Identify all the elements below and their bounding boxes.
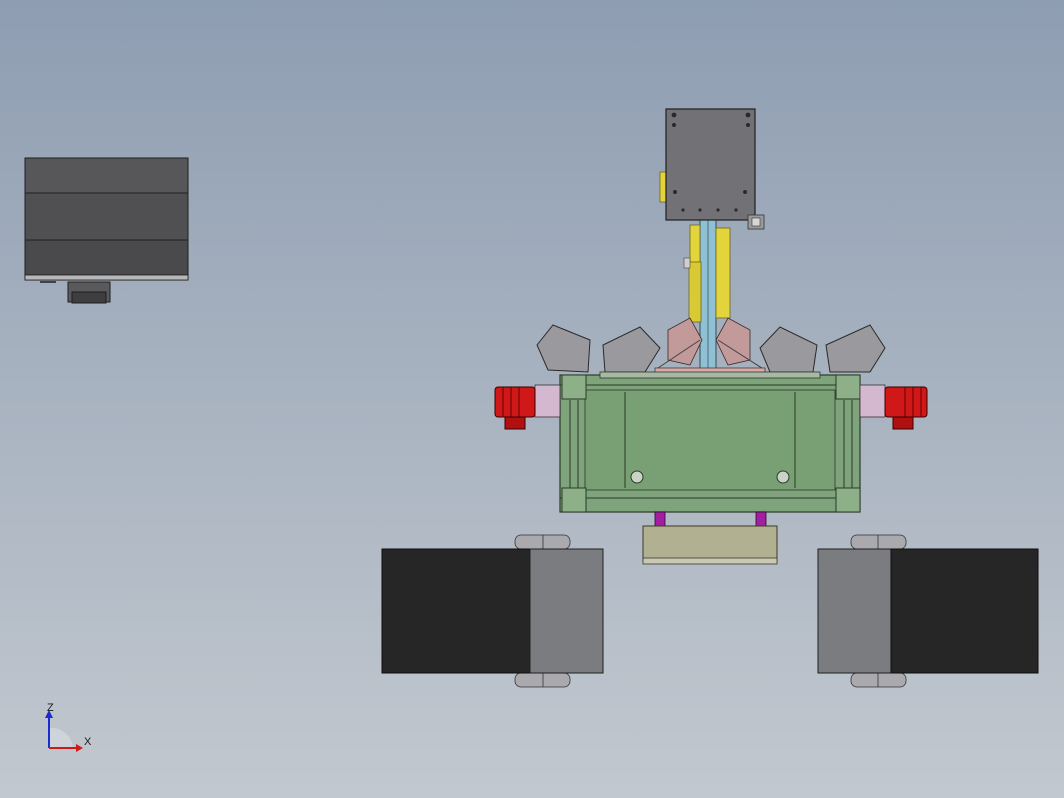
detached-side-part[interactable] — [24, 157, 189, 304]
bottom-tray[interactable] — [642, 511, 778, 565]
top-control-box[interactable] — [665, 108, 765, 230]
triad-x-label: X — [84, 736, 92, 748]
cad-viewport[interactable]: Z X — [0, 0, 1064, 798]
right-drive-motor[interactable] — [859, 384, 928, 430]
coordinate-triad-icon: Z X — [45, 702, 92, 752]
main-frame[interactable] — [559, 371, 861, 513]
right-track-unit[interactable] — [817, 534, 1039, 688]
left-track-unit[interactable] — [381, 534, 604, 688]
triad-z-label: Z — [47, 702, 54, 714]
left-drive-motor[interactable] — [494, 384, 561, 430]
